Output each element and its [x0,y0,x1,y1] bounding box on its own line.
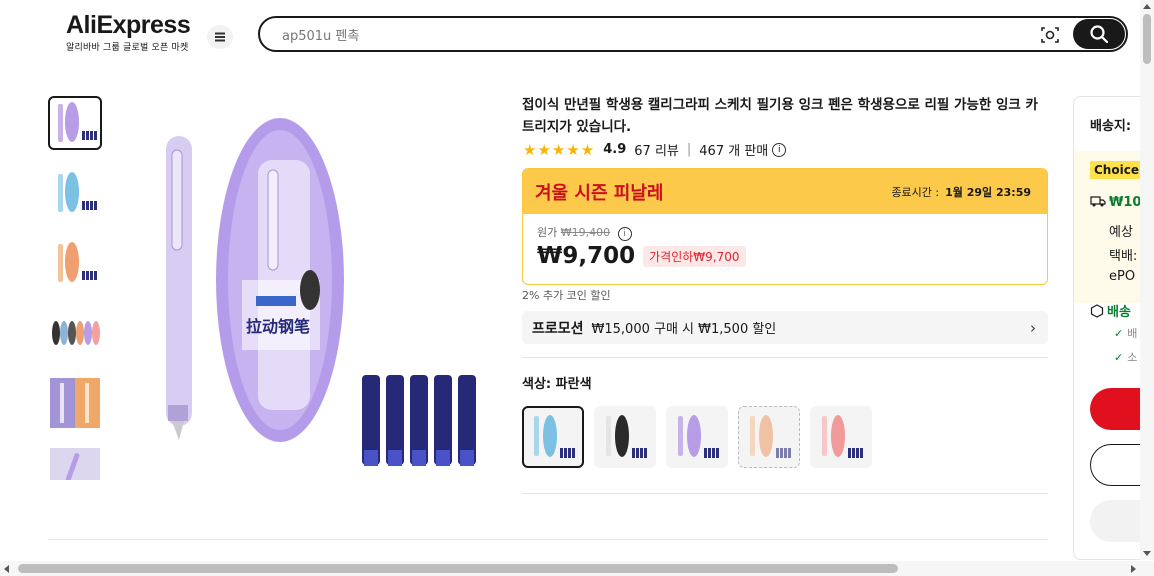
scroll-up-icon[interactable] [1143,4,1151,9]
search-input[interactable]: ap501u 펜촉 [282,25,359,44]
pen-set-thumb [52,321,100,345]
discount-badge: 가격인하₩9,700 [643,245,746,267]
sale-header: 겨울 시즌 피날레 종료시간 : 1월 29일 23:59 [523,169,1047,214]
image-search-icon[interactable] [1040,25,1060,45]
scroll-right-icon[interactable] [1131,565,1136,573]
choice-badge: Choice [1090,161,1143,179]
horizontal-scrollbar[interactable] [0,561,1154,576]
check-item: ✓ 소 [1114,349,1137,365]
divider [48,539,1048,540]
aliexpress-logo[interactable]: AliExpress 알리바바 그룹 글로벌 오픈 마켓 [66,11,191,53]
pen-blue-swatch [534,415,575,458]
check-item-text: 소 [1127,351,1138,364]
sale-end: 종료시간 : 1월 29일 23:59 [891,184,1031,200]
svg-text:拉动钢笔: 拉动钢笔 [246,317,310,336]
pen-pink-swatch [822,415,863,458]
shipping-estimate: 예상 [1109,225,1133,240]
sale-end-label: 종료시간 : [891,185,940,199]
thumbnail-list [48,96,102,480]
scroll-thumb[interactable] [1143,14,1151,64]
pen-purple-swatch [678,415,719,458]
swatch-pink[interactable] [810,406,872,468]
thumbnail-3[interactable] [48,236,102,290]
price-area: 원가 ₩19,400 i ₩9,700 가격인하₩9,700 [523,214,1047,269]
package-icon [1090,304,1104,318]
divider [522,357,1048,358]
promotion-label: 프로모션 [532,320,584,337]
thumbnail-1[interactable] [48,96,102,150]
sale-box: 겨울 시즌 피날레 종료시간 : 1월 29일 23:59 원가 ₩19,400 … [522,168,1048,285]
color-swatches [522,406,882,468]
product-page: AliExpress 알리바바 그룹 글로벌 오픈 마켓 ap501u 펜촉 拉… [0,0,1154,576]
thumbnail-4[interactable] [48,306,102,360]
logo-subtitle: 알리바바 그룹 글로벌 오픈 마켓 [66,43,189,53]
main-product-image[interactable]: 拉动钢笔 [150,110,490,480]
current-price: ₩9,700 [537,243,636,269]
separator: | [686,142,692,157]
product-title: 접이식 만년필 학생용 캘리그라피 스케치 필기용 잉크 펜은 학생용으로 리필… [522,97,1038,135]
current-price-row: ₩9,700 가격인하₩9,700 [537,243,1047,269]
safe-delivery-label: 배송 [1107,305,1131,320]
pen-collage-thumb [50,378,100,428]
review-count[interactable]: 67 리뷰 [634,140,679,159]
pen-purple-thumb [58,102,97,142]
thumbnail-5[interactable] [48,376,102,430]
thumbnail-6[interactable] [48,446,102,480]
thumbnail-2[interactable] [48,166,102,220]
menu-button[interactable] [207,25,233,49]
scroll-thumb[interactable] [18,564,898,573]
sale-name: 겨울 시즌 피날레 [535,182,664,204]
hamburger-icon [215,36,225,38]
color-label: 색상: 파란색 [522,377,592,392]
scroll-left-icon[interactable] [4,565,9,573]
sale-end-time: 1월 29일 23:59 [945,185,1031,199]
swatch-blue[interactable] [522,406,584,468]
shipping-price: ₩10, [1090,195,1146,210]
swatch-purple[interactable] [666,406,728,468]
info-icon[interactable]: i [772,142,787,157]
divider [522,493,1048,494]
scroll-down-icon[interactable] [1143,551,1151,556]
search-button[interactable] [1073,19,1125,49]
shipping-method: ePO [1109,269,1136,284]
search-bar: ap501u 펜촉 [258,16,1128,52]
swatch-orange[interactable] [738,406,800,468]
check-item: ✓ 배 [1114,325,1137,341]
pen-orange-swatch [750,415,791,458]
promotion-text: ₩15,000 구매 시 ₩1,500 할인 [591,322,777,337]
rating-score: 4.9 [603,142,627,157]
coin-discount: 2% 추가 코인 할인 [522,289,611,302]
original-price-label: 원가 [537,226,558,239]
rating-row: ★★★★★ 4.9 67 리뷰 | 467 개 판매 i [523,140,787,159]
original-price: ₩19,400 [560,226,611,239]
pen-black-swatch [606,415,647,458]
swatch-black[interactable] [594,406,656,468]
pen-orange-thumb [58,242,97,282]
safe-delivery: 배송 [1090,301,1131,320]
sold-count: 467 개 판매 [699,144,769,159]
check-item-text: 배 [1127,327,1138,340]
search-icon [1090,25,1109,44]
original-price-row: 원가 ₩19,400 i [537,224,1047,241]
star-rating-icon: ★★★★★ [523,140,596,159]
pen-blue-thumb [58,172,97,212]
shipping-courier: 택배: [1109,249,1138,264]
pen-hand-thumb [50,448,100,480]
vertical-scrollbar[interactable] [1140,0,1154,560]
check-icon: ✓ [1114,327,1124,340]
check-icon: ✓ [1114,351,1124,364]
chevron-right-icon: › [1030,318,1036,337]
promotion-row[interactable]: 프로모션 ₩15,000 구매 시 ₩1,500 할인 › [522,311,1048,344]
truck-icon [1090,196,1106,207]
logo-text: AliExpress [66,11,191,39]
price-info-icon[interactable]: i [617,227,632,241]
ship-to-label[interactable]: 배송지: [1090,115,1131,134]
